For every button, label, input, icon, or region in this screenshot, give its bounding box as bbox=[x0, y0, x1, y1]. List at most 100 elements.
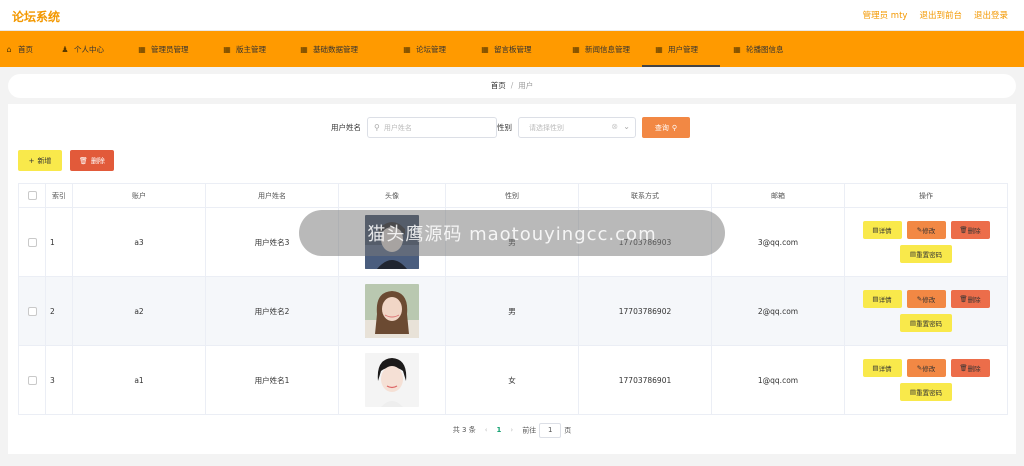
grid-icon: ▦ bbox=[138, 44, 146, 54]
col-header: 邮箱 bbox=[712, 184, 845, 208]
col-header: 操作 bbox=[845, 184, 1008, 208]
row-checkbox[interactable] bbox=[27, 237, 37, 247]
reset-password-button[interactable]: ▤ 重置密码 bbox=[900, 245, 952, 263]
delete-button[interactable]: 🗑 删除 bbox=[950, 221, 990, 239]
select-all-checkbox[interactable] bbox=[27, 191, 37, 200]
total-count: 共 3 条 bbox=[452, 426, 476, 434]
table-row: 3 a1 用户姓名1 女 17703786901 1@qq.com ▤ 详情 ✎… bbox=[19, 346, 1008, 415]
row-actions: ▤ 详情 ✎ 修改 🗑 删除 ▤ 重置密码 bbox=[861, 221, 991, 263]
name-cell: 用户姓名2 bbox=[206, 277, 339, 346]
page-number[interactable]: 1 bbox=[497, 426, 502, 434]
admin-user-link[interactable]: 管理员 mty bbox=[863, 9, 908, 21]
home-icon: ⌂ bbox=[6, 44, 12, 54]
grid-icon: ▦ bbox=[300, 44, 308, 54]
query-button[interactable]: 查询 ⚲ bbox=[642, 117, 690, 138]
name-label: 用户姓名 bbox=[331, 123, 361, 132]
breadcrumb-separator: / bbox=[510, 81, 514, 90]
index-cell: 2 bbox=[46, 277, 73, 346]
top-bar: 论坛系统 管理员 mty 退出到前台 退出登录 bbox=[0, 0, 1024, 31]
avatar bbox=[365, 284, 419, 338]
grid-icon: ▦ bbox=[655, 44, 663, 54]
plus-icon: + bbox=[28, 156, 35, 165]
user-icon: ♟ bbox=[61, 44, 69, 54]
detail-button[interactable]: ▤ 详情 bbox=[862, 221, 902, 239]
edit-button[interactable]: ✎ 修改 bbox=[906, 359, 946, 377]
nav-item-profile[interactable]: ♟ 个人中心 bbox=[46, 31, 123, 67]
table-header: 索引 账户 用户姓名 头像 性别 联系方式 邮箱 操作 bbox=[19, 184, 1008, 208]
edit-button[interactable]: ✎ 修改 bbox=[906, 290, 946, 308]
index-cell: 3 bbox=[46, 346, 73, 415]
gender-cell: 男 bbox=[446, 277, 579, 346]
nav-item-moderator[interactable]: ▦ 版主管理 bbox=[208, 31, 285, 67]
avatar bbox=[365, 353, 419, 407]
email-cell: 3@qq.com bbox=[712, 208, 845, 277]
nav-item-home[interactable]: ⌂ 首页 bbox=[0, 31, 46, 67]
account-cell: a1 bbox=[73, 346, 206, 415]
row-checkbox[interactable] bbox=[27, 306, 37, 316]
nav-item-carousel[interactable]: ▦ 轮播图信息 bbox=[720, 31, 800, 67]
trash-icon: 🗑 bbox=[79, 156, 88, 165]
grid-icon: ▦ bbox=[403, 44, 411, 54]
name-search-input[interactable]: ⚲ 用户姓名 bbox=[367, 117, 497, 138]
account-cell: a3 bbox=[73, 208, 206, 277]
prev-page-button[interactable]: ‹ bbox=[485, 426, 488, 434]
goto-label: 前往 1 页 bbox=[522, 422, 571, 438]
search-icon: ⚲ bbox=[374, 123, 380, 132]
logout-link[interactable]: 退出登录 bbox=[974, 9, 1008, 21]
col-header: 头像 bbox=[339, 184, 446, 208]
gender-cell: 女 bbox=[446, 346, 579, 415]
top-links: 管理员 mty 退出到前台 退出登录 bbox=[863, 9, 1008, 21]
phone-cell: 17703786901 bbox=[579, 346, 712, 415]
email-cell: 2@qq.com bbox=[712, 277, 845, 346]
grid-icon: ▦ bbox=[572, 44, 580, 54]
nav-item-forum[interactable]: ▦ 论坛管理 bbox=[388, 31, 466, 67]
row-checkbox[interactable] bbox=[27, 375, 37, 385]
email-cell: 1@qq.com bbox=[712, 346, 845, 415]
back-to-frontend-link[interactable]: 退出到前台 bbox=[919, 9, 962, 21]
col-header: 索引 bbox=[46, 184, 73, 208]
select-all-cell bbox=[19, 184, 46, 208]
clear-icon[interactable]: ⊗ bbox=[611, 122, 618, 131]
breadcrumb-current: 用户 bbox=[518, 81, 534, 90]
content-panel: 用户姓名 ⚲ 用户姓名 性别 请选择性别 ⊗ ⌄ 查询 ⚲ + 新增 🗑 删除 索引 … bbox=[8, 104, 1016, 454]
nav-item-news[interactable]: ▦ 新闻信息管理 bbox=[557, 31, 642, 67]
reset-password-button[interactable]: ▤ 重置密码 bbox=[900, 314, 952, 332]
nav-item-users[interactable]: ▦ 用户管理 bbox=[642, 31, 720, 67]
delete-button[interactable]: 🗑 删除 bbox=[950, 359, 990, 377]
gender-label: 性别 bbox=[497, 123, 512, 132]
watermark-banner: 猫头鹰源码 maotouyingcc.com bbox=[299, 210, 725, 256]
reset-password-button[interactable]: ▤ 重置密码 bbox=[900, 383, 952, 401]
detail-button[interactable]: ▤ 详情 bbox=[862, 359, 902, 377]
grid-icon: ▦ bbox=[223, 44, 231, 54]
breadcrumb-home[interactable]: 首页 bbox=[491, 81, 506, 90]
nav-item-basic-data[interactable]: ▦ 基础数据管理 bbox=[285, 31, 388, 67]
batch-delete-button[interactable]: 🗑 删除 bbox=[70, 150, 114, 171]
index-cell: 1 bbox=[46, 208, 73, 277]
col-header: 用户姓名 bbox=[206, 184, 339, 208]
chevron-down-icon: ⌄ bbox=[623, 122, 630, 131]
detail-button[interactable]: ▤ 详情 bbox=[862, 290, 902, 308]
add-button[interactable]: + 新增 bbox=[18, 150, 62, 171]
search-icon: ⚲ bbox=[671, 123, 678, 132]
phone-cell: 17703786902 bbox=[579, 277, 712, 346]
gender-select[interactable]: 请选择性别 ⊗ ⌄ bbox=[518, 117, 636, 138]
pagination: 共 3 条 ‹ 1 › 前往 1 页 bbox=[8, 422, 1016, 438]
col-header: 性别 bbox=[446, 184, 579, 208]
main-nav: ⌂ 首页 ♟ 个人中心 ▦ 管理员管理 ▦ 版主管理 ▦ 基础数据管理 ▦ 论坛管理 ▦ 留言… bbox=[0, 31, 1024, 67]
grid-icon: ▦ bbox=[481, 44, 489, 54]
account-cell: a2 bbox=[73, 277, 206, 346]
goto-page-input[interactable]: 1 bbox=[539, 422, 562, 438]
app-title: 论坛系统 bbox=[12, 10, 61, 24]
col-header: 账户 bbox=[73, 184, 206, 208]
edit-button[interactable]: ✎ 修改 bbox=[906, 221, 946, 239]
row-actions: ▤ 详情 ✎ 修改 🗑 删除 ▤ 重置密码 bbox=[861, 359, 991, 401]
grid-icon: ▦ bbox=[733, 44, 741, 54]
name-cell: 用户姓名1 bbox=[206, 346, 339, 415]
breadcrumb: 首页 / 用户 bbox=[8, 74, 1016, 98]
next-page-button[interactable]: › bbox=[510, 426, 513, 434]
nav-item-messages[interactable]: ▦ 留言板管理 bbox=[466, 31, 557, 67]
delete-button[interactable]: 🗑 删除 bbox=[950, 290, 990, 308]
col-header: 联系方式 bbox=[579, 184, 712, 208]
nav-item-admin[interactable]: ▦ 管理员管理 bbox=[123, 31, 208, 67]
row-actions: ▤ 详情 ✎ 修改 🗑 删除 ▤ 重置密码 bbox=[861, 290, 991, 332]
